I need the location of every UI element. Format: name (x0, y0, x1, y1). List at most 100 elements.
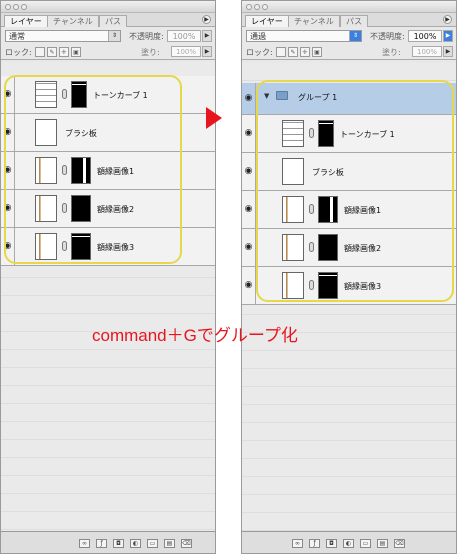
fill-arrow-icon[interactable]: ▶ (443, 46, 453, 57)
panel-menu-icon[interactable]: ▶ (202, 15, 211, 24)
layer-mask-thumbnail[interactable] (318, 272, 338, 299)
layer-mask-thumbnail[interactable] (71, 81, 87, 108)
tab-channels[interactable]: チャンネル (47, 15, 99, 27)
layer-mask-thumbnail[interactable] (71, 233, 91, 260)
layer-mask-thumbnail[interactable] (318, 120, 334, 147)
layer-row[interactable]: ◉ 額縁画像3 (242, 267, 456, 305)
visibility-eye-icon[interactable]: ◉ (242, 191, 256, 228)
link-chain-icon[interactable] (309, 280, 314, 290)
layer-mask-thumbnail[interactable] (71, 157, 91, 184)
lock-move-icon[interactable]: ✛ (300, 47, 310, 57)
layers-panel-before: レイヤー チャンネル パス ▶ 通常 ⇕ 不透明度: 100% ▶ ロック: ✎… (0, 0, 216, 554)
lock-all-icon[interactable]: ▣ (71, 47, 81, 57)
tab-channels[interactable]: チャンネル (288, 15, 340, 27)
fill-arrow-icon[interactable]: ▶ (202, 46, 212, 57)
add-mask-icon[interactable]: ◘ (113, 539, 124, 548)
layer-thumbnail (35, 233, 57, 260)
visibility-eye-icon[interactable]: ◉ (242, 115, 256, 152)
layer-name: 額縁画像1 (97, 167, 135, 176)
lock-label: ロック: (246, 48, 273, 57)
layers-list: ◉ トーンカーブ 1 ◉ ブラシ板 ◉ 額縁画像1 ◉ 額縁画像2 ◉ 額縁画像… (1, 62, 215, 531)
visibility-eye-icon[interactable]: ◉ (242, 153, 256, 190)
visibility-eye-icon[interactable]: ◉ (1, 152, 15, 189)
expand-triangle-icon[interactable]: ▼ (264, 92, 269, 100)
opacity-input[interactable]: 100% (167, 30, 201, 42)
lock-all-icon[interactable]: ▣ (312, 47, 322, 57)
blend-mode-select[interactable]: 通過 ⇕ (246, 30, 362, 42)
visibility-eye-icon[interactable]: ◉ (1, 114, 15, 151)
visibility-eye-icon[interactable]: ◉ (242, 229, 256, 266)
layer-row[interactable]: ◉ トーンカーブ 1 (242, 115, 456, 153)
link-layers-icon[interactable]: ∞ (292, 539, 303, 548)
new-layer-icon[interactable]: ▤ (164, 539, 175, 548)
opacity-arrow-icon[interactable]: ▶ (202, 30, 212, 42)
layer-style-icon[interactable]: ƒ (96, 539, 107, 548)
layer-row[interactable]: ◉ ブラシ板 (242, 153, 456, 191)
lock-transparent-icon[interactable] (276, 47, 286, 57)
link-chain-icon[interactable] (309, 128, 314, 138)
link-chain-icon[interactable] (62, 203, 67, 213)
layer-mask-thumbnail[interactable] (318, 196, 338, 223)
minimize-dot[interactable] (254, 4, 260, 10)
opacity-arrow-icon[interactable]: ▶ (443, 30, 453, 42)
link-chain-icon[interactable] (309, 242, 314, 252)
lock-brush-icon[interactable]: ✎ (288, 47, 298, 57)
layer-name: 額縁画像1 (344, 206, 382, 215)
close-dot[interactable] (246, 4, 252, 10)
adjustment-layer-icon[interactable]: ◐ (130, 539, 141, 548)
tab-layers[interactable]: レイヤー (4, 15, 48, 27)
link-layers-icon[interactable]: ∞ (79, 539, 90, 548)
visibility-eye-icon[interactable]: ◉ (1, 190, 15, 227)
layer-mask-thumbnail[interactable] (71, 195, 91, 222)
opacity-label: 不透明度: (370, 32, 405, 41)
layer-thumbnail (35, 119, 57, 146)
visibility-eye-icon[interactable]: ◉ (242, 267, 256, 304)
blend-mode-select[interactable]: 通常 ⇕ (5, 30, 121, 42)
zoom-dot[interactable] (262, 4, 268, 10)
fill-input[interactable]: 100% (412, 46, 442, 57)
minimize-dot[interactable] (13, 4, 19, 10)
red-arrow-icon (206, 107, 222, 129)
tab-paths[interactable]: パス (340, 15, 368, 27)
tab-paths[interactable]: パス (99, 15, 127, 27)
tab-layers[interactable]: レイヤー (245, 15, 289, 27)
fill-input[interactable]: 100% (171, 46, 201, 57)
layer-row[interactable]: ◉ 額縁画像1 (242, 191, 456, 229)
adjustment-layer-icon[interactable]: ◐ (343, 539, 354, 548)
zoom-dot[interactable] (21, 4, 27, 10)
layer-row[interactable]: ◉ 額縁画像2 (242, 229, 456, 267)
delete-layer-icon[interactable]: ⌫ (394, 539, 405, 548)
group-layer-row[interactable]: ◉ ▼ グループ 1 (242, 83, 456, 115)
layer-thumbnail (282, 234, 304, 261)
new-layer-icon[interactable]: ▤ (377, 539, 388, 548)
link-chain-icon[interactable] (309, 204, 314, 214)
visibility-eye-icon[interactable]: ◉ (1, 76, 15, 113)
layer-row[interactable]: ◉ 額縁画像2 (1, 190, 215, 228)
new-group-icon[interactable]: ▭ (147, 539, 158, 548)
lock-move-icon[interactable]: ✛ (59, 47, 69, 57)
lock-transparent-icon[interactable] (35, 47, 45, 57)
layer-row[interactable]: ◉ ブラシ板 (1, 114, 215, 152)
lock-brush-icon[interactable]: ✎ (47, 47, 57, 57)
new-group-icon[interactable]: ▭ (360, 539, 371, 548)
link-chain-icon[interactable] (62, 241, 67, 251)
delete-layer-icon[interactable]: ⌫ (181, 539, 192, 548)
visibility-eye-icon[interactable]: ◉ (1, 228, 15, 265)
layer-thumbnail (282, 196, 304, 223)
layer-row[interactable]: ◉ 額縁画像3 (1, 228, 215, 266)
visibility-eye-icon[interactable]: ◉ (242, 83, 256, 114)
layer-name: 額縁画像3 (344, 282, 382, 291)
adjustment-thumbnail (282, 120, 304, 147)
link-chain-icon[interactable] (62, 165, 67, 175)
opacity-input[interactable]: 100% (408, 30, 442, 42)
layer-mask-thumbnail[interactable] (318, 234, 338, 261)
link-chain-icon[interactable] (62, 89, 67, 99)
close-dot[interactable] (5, 4, 11, 10)
layer-row[interactable]: ◉ 額縁画像1 (1, 152, 215, 190)
add-mask-icon[interactable]: ◘ (326, 539, 337, 548)
lock-row: ロック: ✎ ✛ ▣ 塗り: 100% ▶ (1, 45, 215, 60)
blend-mode-value: 通過 (250, 32, 266, 41)
panel-menu-icon[interactable]: ▶ (443, 15, 452, 24)
layer-row[interactable]: ◉ トーンカーブ 1 (1, 76, 215, 114)
layer-style-icon[interactable]: ƒ (309, 539, 320, 548)
